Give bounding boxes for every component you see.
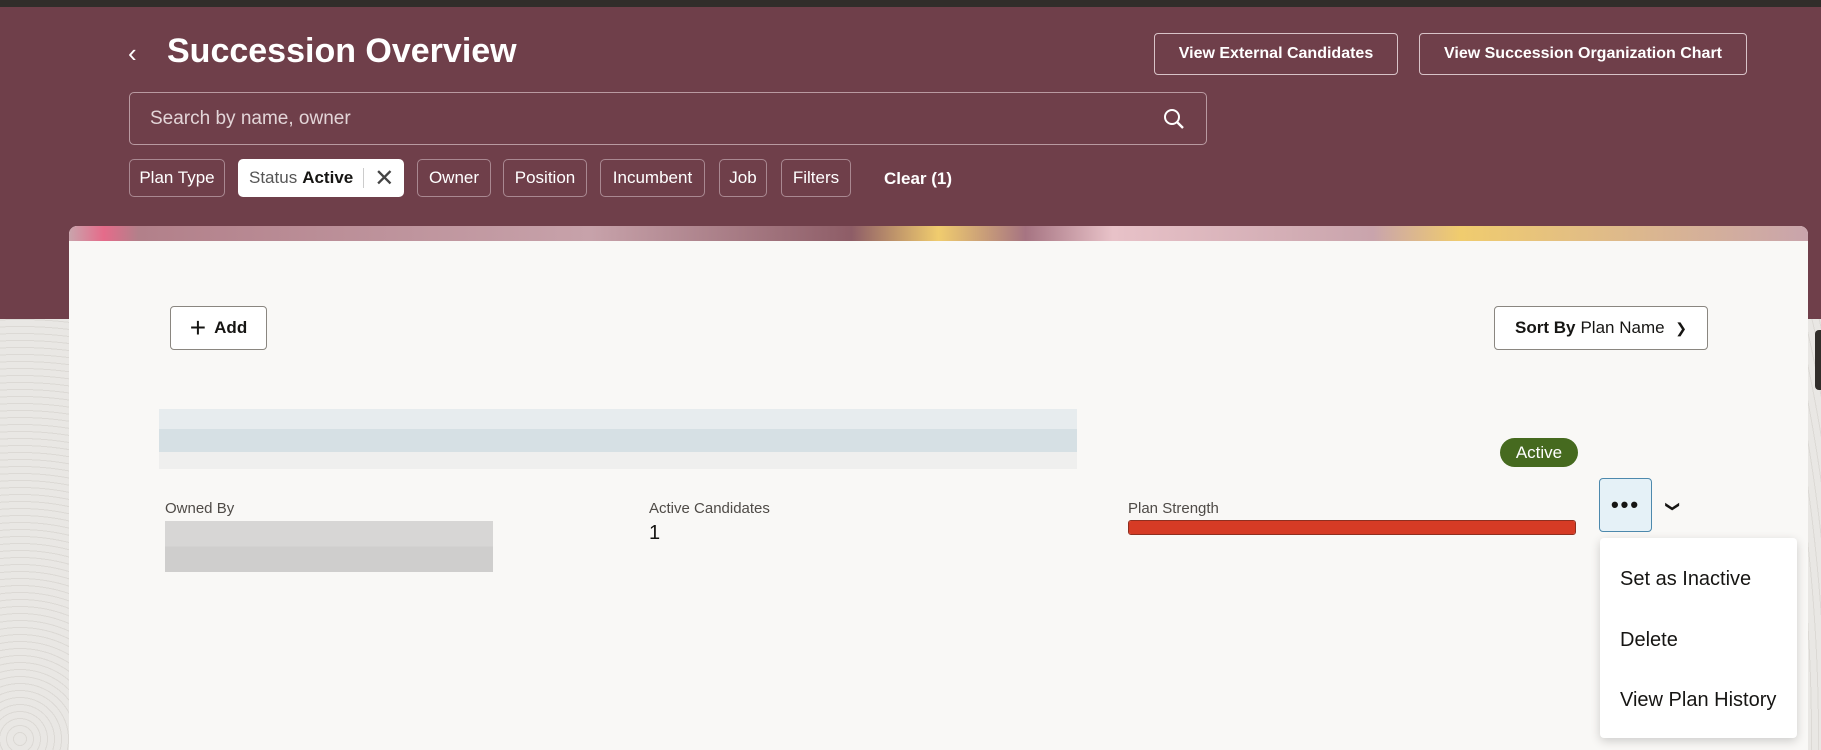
plan-strength-bar (1128, 520, 1576, 535)
status-badge: Active (1500, 438, 1578, 467)
plan-card: + Add Sort By Plan Name ❯ Active Owned B… (69, 226, 1808, 750)
owner-name-redacted (165, 521, 493, 572)
sort-value: Plan Name (1580, 318, 1665, 337)
sort-by-select[interactable]: Sort By Plan Name ❯ (1494, 306, 1708, 350)
page-title: Succession Overview (167, 32, 517, 70)
menu-item-delete[interactable]: Delete (1620, 629, 1678, 652)
more-actions-button[interactable]: ••• (1599, 478, 1652, 532)
add-button[interactable]: + Add (170, 306, 267, 350)
search-input[interactable] (150, 107, 1162, 130)
expand-chevron-icon[interactable]: ❯ (1664, 501, 1681, 513)
plan-name-redacted[interactable] (159, 409, 1077, 469)
clear-filters-link[interactable]: Clear (1) (884, 169, 952, 189)
filter-owner[interactable]: Owner (417, 159, 491, 197)
view-external-candidates-button[interactable]: View External Candidates (1154, 33, 1398, 75)
top-bar (0, 0, 1821, 7)
chevron-down-icon: ❯ (1675, 319, 1687, 336)
menu-item-set-inactive[interactable]: Set as Inactive (1620, 568, 1751, 591)
add-label: Add (214, 318, 248, 337)
back-chevron-icon[interactable]: ‹ (128, 38, 152, 68)
menu-item-view-plan-history[interactable]: View Plan History (1620, 689, 1776, 712)
ellipsis-icon: ••• (1610, 492, 1641, 517)
search-field (129, 92, 1207, 145)
divider (363, 168, 365, 188)
active-candidates-value: 1 (649, 522, 661, 544)
filter-status-chip[interactable]: Status Active ✕ (238, 159, 404, 197)
decorative-banner (69, 226, 1808, 241)
filter-plan-type[interactable]: Plan Type (129, 159, 225, 197)
close-icon[interactable]: ✕ (374, 164, 394, 193)
plan-strength-fill (1129, 521, 1575, 534)
plus-icon: + (189, 312, 207, 343)
filter-position[interactable]: Position (503, 159, 587, 197)
filter-incumbent[interactable]: Incumbent (600, 159, 705, 197)
filter-status-value: Active (302, 168, 354, 187)
filter-status-key: Status (249, 168, 298, 187)
plan-strength-label: Plan Strength (1128, 500, 1219, 517)
sort-key: Sort By (1515, 318, 1576, 337)
side-panel-handle[interactable] (1815, 330, 1821, 390)
filter-job[interactable]: Job (719, 159, 767, 197)
view-succession-org-chart-button[interactable]: View Succession Organization Chart (1419, 33, 1747, 75)
active-candidates-label: Active Candidates (649, 500, 770, 517)
search-icon[interactable] (1162, 107, 1186, 131)
actions-menu: Set as Inactive Delete View Plan History (1600, 538, 1797, 738)
filter-filters[interactable]: Filters (781, 159, 851, 197)
owned-by-label: Owned By (165, 500, 235, 517)
